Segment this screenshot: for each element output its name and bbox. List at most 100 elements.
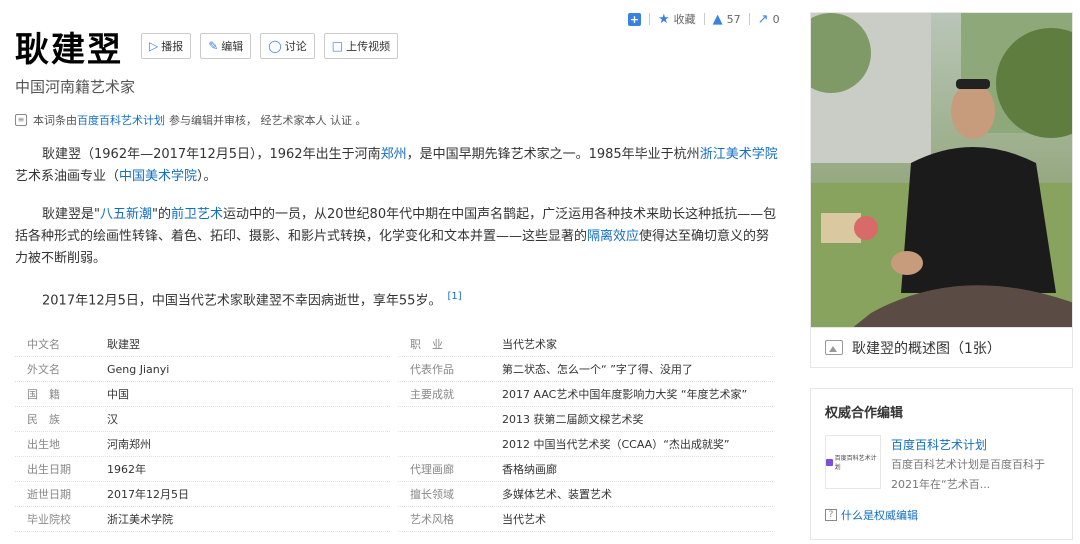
divider (748, 13, 750, 25)
notice-link[interactable]: 百度百科艺术计划 (77, 112, 165, 128)
text: 耿建翌（1962年—2017年12月5日），1962年出生于河南 (42, 147, 381, 162)
reference-link[interactable]: [1] (447, 291, 461, 302)
upload-video-label: 上传视频 (346, 40, 391, 53)
info-value: 1962年 (107, 463, 146, 476)
info-row: 职 业 当代艺术家 (398, 332, 773, 357)
discuss-button[interactable]: ◯ 讨论 (260, 33, 315, 59)
info-key: 民 族 (27, 413, 60, 426)
like-count[interactable]: 57 (727, 13, 741, 26)
info-value: 多媒体艺术、装置艺术 (502, 488, 612, 501)
video-icon: □ (331, 39, 344, 53)
action-bar: + ★ 收藏 ▲ 57 ↗ 0 (628, 10, 798, 28)
text: 2017年12月5日，中国当代艺术家耿建翌不幸因病逝世，享年55岁。 (42, 293, 442, 309)
link-85-new-wave[interactable]: 八五新潮 (100, 207, 152, 222)
edit-notice: ≡ 本词条由 百度百科艺术计划 参与编辑并审核， 经艺术家本人 认证 。 (15, 112, 367, 128)
help-label: 什么是权威编辑 (841, 509, 918, 522)
link-avant-garde[interactable]: 前卫艺术 (171, 207, 223, 222)
text: ）。 (197, 169, 217, 184)
info-key: 艺术风格 (410, 513, 454, 526)
editor-text: 百度百科艺术计划 百度百科艺术计划是百度百科于 2021年在“艺术百... (891, 435, 1045, 495)
info-key: 逝世日期 (27, 488, 71, 501)
divider (703, 13, 705, 25)
logo-text: 百度百科艺术计划 (834, 455, 877, 471)
info-value: 耿建翌 (107, 338, 140, 351)
upload-video-button[interactable]: □ 上传视频 (323, 33, 399, 59)
info-key: 国 籍 (27, 388, 60, 401)
info-row: 擅长领域 多媒体艺术、装置艺术 (398, 482, 773, 507)
speech-bubble-icon: ◯ (268, 39, 282, 53)
info-value: Geng Jianyi (107, 362, 170, 376)
info-value-link[interactable]: 香格纳画廊 (502, 461, 773, 477)
what-is-authority-link[interactable]: ? 什么是权威编辑 (825, 507, 1058, 523)
info-row: 代理画廊 香格纳画廊 (398, 457, 773, 482)
text: 耿建翌是" (42, 207, 100, 222)
info-key: 毕业院校 (27, 513, 71, 526)
speaker-icon: ▷ (149, 39, 159, 53)
death-paragraph: 2017年12月5日，中国当代艺术家耿建翌不幸因病逝世，享年55岁。 [1] (15, 286, 780, 312)
link-zhengzhou[interactable]: 郑州 (381, 147, 407, 162)
editor-item[interactable]: 百度百科艺术计划 百度百科艺术计划 百度百科艺术计划是百度百科于 2021年在“… (825, 435, 1058, 495)
image-icon (825, 340, 843, 355)
info-key: 职 业 (410, 338, 443, 351)
info-row: 外文名 Geng Jianyi (15, 357, 390, 382)
pencil-icon: ✎ (208, 39, 219, 53)
info-row: 艺术风格 当代艺术 (398, 507, 773, 532)
info-value: 2012 中国当代艺术奖（CCAA）“杰出成就奖” (502, 438, 730, 451)
info-row: 出生日期 1962年 (15, 457, 390, 482)
editor-desc-1: 百度百科艺术计划是百度百科于 (891, 458, 1045, 471)
info-value: 第二状态、怎么一个“ ”字了得、没用了 (502, 363, 693, 376)
document-icon: ≡ (15, 114, 27, 126)
page-title: 耿建翌 (15, 29, 123, 70)
broadcast-label: 播报 (161, 40, 184, 53)
info-row: 2012 中国当代艺术奖（CCAA）“杰出成就奖” (398, 432, 773, 457)
text: ，是中国早期先锋艺术家之一。1985年毕业于杭州 (406, 147, 700, 162)
logo-mark (826, 458, 833, 466)
notice-prefix: 本词条由 (33, 114, 77, 127)
editor-name-link[interactable]: 百度百科艺术计划 (891, 435, 1045, 455)
photo-caption-text: 耿建翌的概述图（1张） (852, 340, 1001, 357)
info-row: 主要成就 2017 AAC艺术中国年度影响力大奖 “年度艺术家” (398, 382, 773, 407)
edit-button[interactable]: ✎ 编辑 (200, 33, 252, 59)
info-value-link[interactable]: 河南郑州 (107, 436, 390, 452)
authority-editor-card: 权威合作编辑 百度百科艺术计划 百度百科艺术计划 百度百科艺术计划是百度百科于 … (810, 388, 1073, 540)
title-row: 耿建翌 ▷ 播报 ✎ 编辑 ◯ 讨论 □ 上传视频 (15, 26, 399, 70)
info-value: 2017年12月5日 (107, 488, 189, 501)
card-title: 权威合作编辑 (825, 406, 904, 421)
info-key: 出生地 (27, 438, 60, 451)
info-column-left: 中文名 耿建翌外文名 Geng Jianyi 国 籍 中国民 族 汉出生地 河南郑州出生日期… (15, 332, 390, 532)
info-row: 中文名 耿建翌 (15, 332, 390, 357)
info-value-link[interactable]: 浙江美术学院 (107, 511, 390, 527)
photo-caption[interactable]: 耿建翌的概述图（1张） (810, 328, 1073, 368)
info-value-link[interactable]: 中国 (107, 386, 390, 402)
link-isolation-effect[interactable]: 隔离效应 (587, 229, 639, 244)
thumbs-up-icon[interactable]: ▲ (713, 12, 723, 27)
info-key: 擅长领域 (410, 488, 454, 501)
movement-paragraph: 耿建翌是"八五新潮"的前卫艺术运动中的一员，从20世纪80年代中期在中国声名鹊起… (15, 204, 780, 270)
question-icon: ? (825, 509, 837, 521)
share-count[interactable]: 0 (773, 13, 780, 26)
info-key: 主要成就 (410, 388, 454, 401)
plus-icon[interactable]: + (628, 12, 641, 26)
broadcast-button[interactable]: ▷ 播报 (141, 33, 192, 59)
editor-logo[interactable]: 百度百科艺术计划 (825, 435, 881, 489)
text: "的 (152, 207, 171, 222)
link-zhejiang-academy[interactable]: 浙江美术学院 (700, 147, 778, 162)
info-row: 代表作品 第二状态、怎么一个“ ”字了得、没用了 (398, 357, 773, 382)
edit-label: 编辑 (221, 40, 244, 53)
subtitle: 中国河南籍艺术家 (15, 78, 136, 96)
info-key: 中文名 (27, 338, 60, 351)
share-icon[interactable]: ↗ (758, 12, 769, 27)
artist-photo (811, 13, 1072, 327)
summary-photo[interactable] (810, 12, 1073, 328)
info-key: 代表作品 (410, 363, 454, 376)
link-china-academy[interactable]: 中国美术学院 (119, 169, 197, 184)
info-value: 汉 (107, 413, 118, 426)
info-row: 毕业院校 浙江美术学院 (15, 507, 390, 532)
star-icon[interactable]: ★ (658, 12, 670, 27)
info-column-right: 职 业 当代艺术家代表作品 第二状态、怎么一个“ ”字了得、没用了主要成就 2017 … (398, 332, 773, 532)
discuss-label: 讨论 (284, 40, 307, 53)
info-row: 国 籍 中国 (15, 382, 390, 407)
favorite-button[interactable]: 收藏 (674, 11, 696, 27)
info-key: 代理画廊 (410, 463, 454, 476)
info-value: 2017 AAC艺术中国年度影响力大奖 “年度艺术家” (502, 388, 748, 401)
